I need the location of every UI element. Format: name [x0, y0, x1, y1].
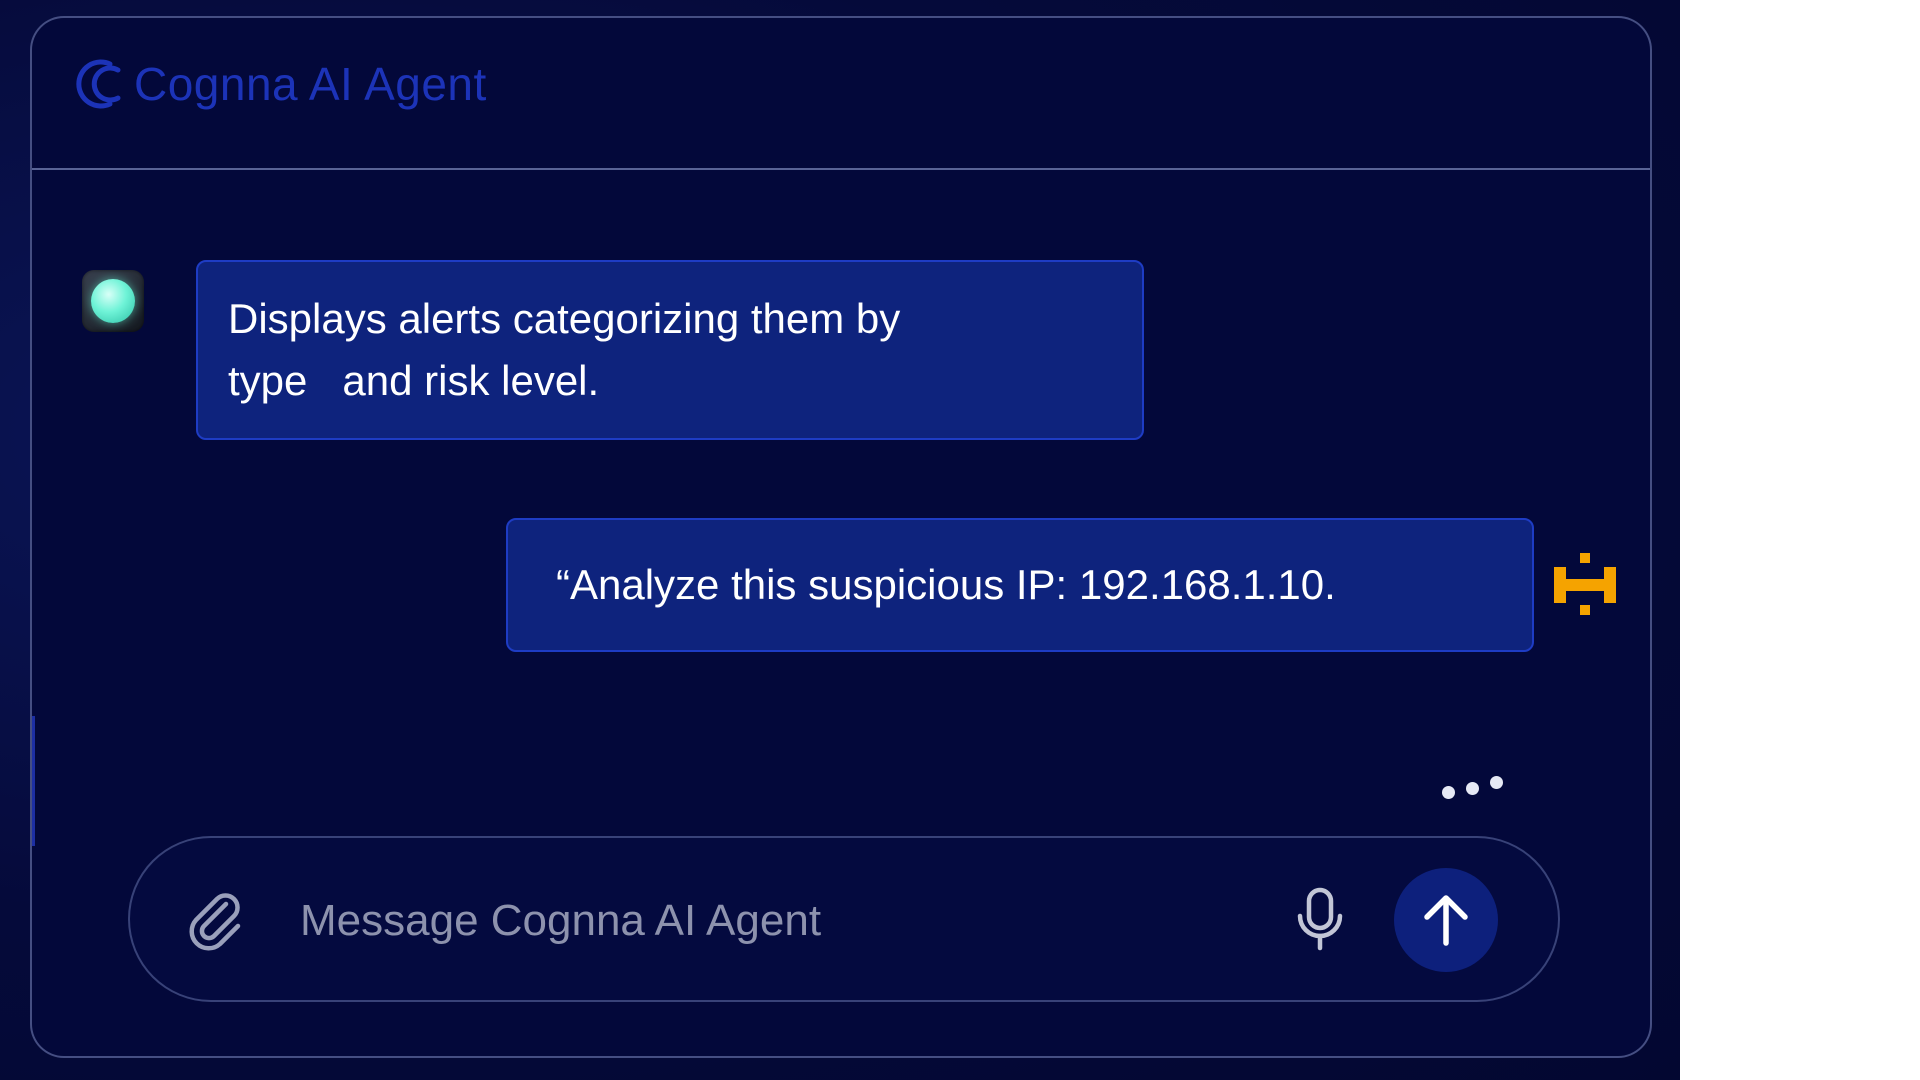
- brand: Cognna AI Agent: [70, 54, 487, 114]
- bot-orb-icon: [91, 279, 135, 323]
- cognna-logo-icon: [76, 59, 121, 109]
- message-composer: [128, 836, 1560, 1002]
- send-button[interactable]: [1394, 868, 1498, 972]
- agent-message-line-2: type and risk level.: [228, 357, 600, 404]
- app-background: Cognna AI Agent Displays alerts categori…: [0, 0, 1680, 1080]
- agent-message-bubble: Displays alerts categorizing them by typ…: [196, 260, 1144, 440]
- typing-dots-icon: [1442, 774, 1512, 804]
- message-input[interactable]: [298, 878, 1262, 964]
- chat-panel: Cognna AI Agent Displays alerts categori…: [30, 16, 1652, 1058]
- user-message-bubble: “Analyze this suspicious IP: 192.168.1.1…: [506, 518, 1534, 652]
- chat-header: Cognna AI Agent: [32, 18, 1650, 170]
- bot-avatar: [82, 270, 144, 332]
- paperclip-icon[interactable]: [182, 886, 248, 952]
- agent-message-line-1: Displays alerts categorizing them by: [228, 295, 901, 342]
- brand-name: Cognna AI Agent: [134, 58, 487, 110]
- microphone-icon[interactable]: [1290, 886, 1350, 952]
- typing-dot: [1466, 782, 1479, 795]
- typing-dot: [1442, 786, 1455, 799]
- user-pixel-avatar-icon: [1554, 553, 1616, 615]
- user-message-text: “Analyze this suspicious IP: 192.168.1.1…: [556, 561, 1336, 608]
- scroll-edge-indicator: [32, 716, 35, 846]
- typing-dot: [1490, 776, 1503, 789]
- arrow-up-icon: [1424, 895, 1468, 946]
